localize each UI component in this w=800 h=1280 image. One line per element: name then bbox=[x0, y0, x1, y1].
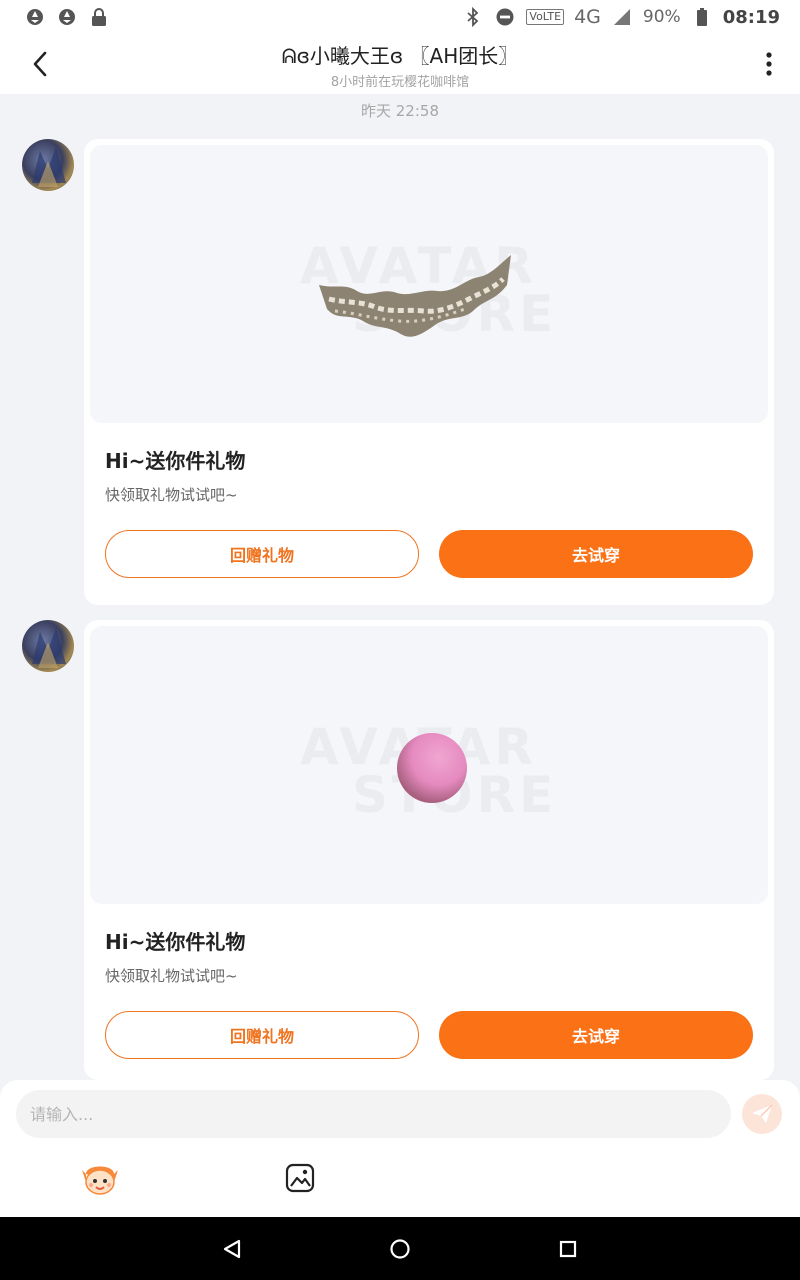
return-gift-button[interactable]: 回赠礼物 bbox=[105, 530, 419, 578]
gift-title: Hi~送你件礼物 bbox=[105, 449, 246, 473]
input-bar bbox=[0, 1080, 800, 1217]
aperture-icon bbox=[24, 6, 46, 28]
page-title: ᕱɞ小曦大王ɞ 〖AH团长〗 bbox=[281, 44, 519, 68]
pink-ball-icon bbox=[397, 733, 467, 803]
gift-card: AVATAR STORE Hi~送你件礼物 快领取礼物试试吧~ 回赠礼物 去试穿 bbox=[84, 620, 774, 1080]
circle-home-icon bbox=[390, 1239, 410, 1259]
volte-badge: VoLTE bbox=[526, 9, 565, 25]
network-type: 4G bbox=[574, 6, 601, 28]
system-nav-bar bbox=[0, 1217, 800, 1280]
do-not-disturb-icon bbox=[494, 6, 516, 28]
message-timestamp: 昨天 22:58 bbox=[361, 102, 439, 120]
gift-title: Hi~送你件礼物 bbox=[105, 930, 246, 954]
gift-image[interactable]: AVATAR STORE bbox=[90, 145, 768, 423]
lock-icon bbox=[88, 6, 110, 28]
avatar[interactable] bbox=[22, 139, 74, 191]
more-options-button[interactable] bbox=[754, 48, 784, 80]
return-gift-button[interactable]: 回赠礼物 bbox=[105, 1011, 419, 1059]
triangle-back-icon bbox=[223, 1239, 241, 1259]
nav-back-button[interactable] bbox=[216, 1233, 248, 1265]
image-icon bbox=[285, 1163, 315, 1193]
gift-description: 快领取礼物试试吧~ bbox=[105, 967, 238, 985]
send-button[interactable] bbox=[742, 1094, 782, 1134]
avatar[interactable] bbox=[22, 620, 74, 672]
gift-card: AVATAR STORE Hi~送你件礼物 快领取礼物试试吧~ 回赠礼物 去试穿 bbox=[84, 139, 774, 605]
mascot-face-icon bbox=[82, 1166, 118, 1195]
more-vertical-icon bbox=[766, 52, 772, 76]
battery-percent: 90% bbox=[642, 7, 681, 27]
signal-icon bbox=[611, 6, 633, 28]
square-recents-icon bbox=[559, 1240, 577, 1258]
gift-image[interactable]: AVATAR STORE bbox=[90, 626, 768, 904]
page-subtitle: 8小时前在玩樱花咖啡馆 bbox=[330, 75, 470, 90]
lace-crown-icon bbox=[319, 255, 511, 337]
aperture-icon bbox=[56, 6, 78, 28]
try-on-button[interactable]: 去试穿 bbox=[439, 530, 753, 578]
bluetooth-icon bbox=[462, 6, 484, 28]
back-button[interactable] bbox=[24, 48, 56, 80]
title-block: ᕱɞ小曦大王ɞ 〖AH团长〗 8小时前在玩樱花咖啡馆 bbox=[120, 40, 680, 90]
nav-recents-button[interactable] bbox=[552, 1233, 584, 1265]
message-input[interactable] bbox=[16, 1090, 731, 1138]
image-button[interactable] bbox=[282, 1158, 318, 1198]
chat-header: ᕱɞ小曦大王ɞ 〖AH团长〗 8小时前在玩樱花咖啡馆 bbox=[0, 34, 800, 94]
sticker-button[interactable] bbox=[80, 1158, 120, 1198]
paper-plane-icon bbox=[752, 1104, 773, 1123]
nav-home-button[interactable] bbox=[384, 1233, 416, 1265]
status-bar: VoLTE 4G 90% 08:19 bbox=[0, 0, 800, 34]
clock: 08:19 bbox=[722, 6, 780, 28]
chevron-left-icon bbox=[33, 51, 47, 77]
try-on-button[interactable]: 去试穿 bbox=[439, 1011, 753, 1059]
battery-icon bbox=[691, 6, 713, 28]
gift-description: 快领取礼物试试吧~ bbox=[105, 486, 238, 504]
